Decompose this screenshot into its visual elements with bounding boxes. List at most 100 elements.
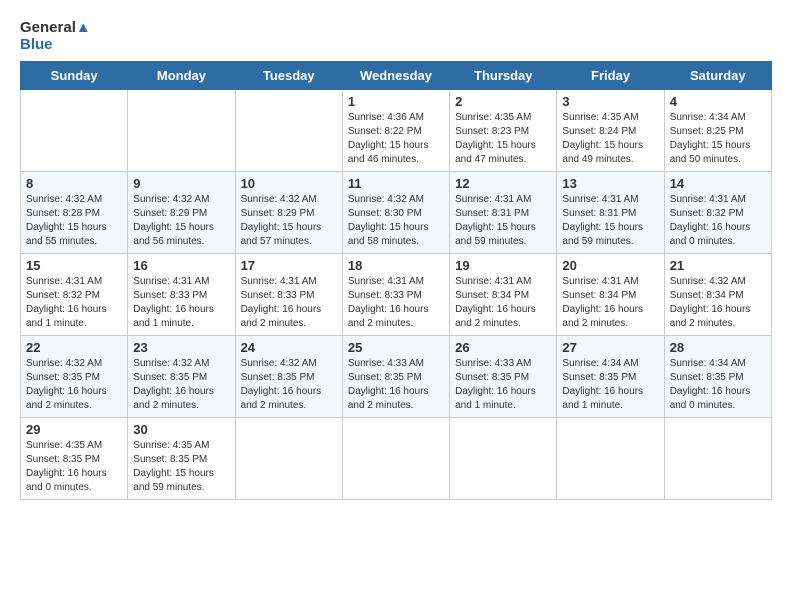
day-info: Sunrise: 4:31 AMSunset: 8:34 PMDaylight:… [455,276,536,329]
day-info: Sunrise: 4:35 AMSunset: 8:35 PMDaylight:… [26,440,107,493]
week-row-2: 8 Sunrise: 4:32 AMSunset: 8:28 PMDayligh… [21,172,772,254]
col-header-friday: Friday [557,62,664,90]
day-number: 3 [562,94,658,109]
col-header-tuesday: Tuesday [235,62,342,90]
day-info: Sunrise: 4:32 AMSunset: 8:28 PMDaylight:… [26,194,107,247]
day-number: 8 [26,176,122,191]
day-number: 2 [455,94,551,109]
day-number: 17 [241,258,337,273]
day-info: Sunrise: 4:36 AMSunset: 8:22 PMDaylight:… [348,112,429,165]
calendar-cell [342,418,449,500]
calendar-cell: 27 Sunrise: 4:34 AMSunset: 8:35 PMDaylig… [557,336,664,418]
calendar-cell: 24 Sunrise: 4:32 AMSunset: 8:35 PMDaylig… [235,336,342,418]
calendar-table: SundayMondayTuesdayWednesdayThursdayFrid… [20,61,772,500]
day-info: Sunrise: 4:34 AMSunset: 8:35 PMDaylight:… [562,358,643,411]
calendar-cell: 19 Sunrise: 4:31 AMSunset: 8:34 PMDaylig… [450,254,557,336]
day-number: 4 [670,94,766,109]
calendar-cell: 26 Sunrise: 4:33 AMSunset: 8:35 PMDaylig… [450,336,557,418]
week-row-4: 22 Sunrise: 4:32 AMSunset: 8:35 PMDaylig… [21,336,772,418]
day-number: 18 [348,258,444,273]
day-number: 14 [670,176,766,191]
calendar-cell: 3 Sunrise: 4:35 AMSunset: 8:24 PMDayligh… [557,90,664,172]
col-header-saturday: Saturday [664,62,771,90]
calendar-cell: 8 Sunrise: 4:32 AMSunset: 8:28 PMDayligh… [21,172,128,254]
day-number: 1 [348,94,444,109]
calendar-cell [235,90,342,172]
day-info: Sunrise: 4:31 AMSunset: 8:31 PMDaylight:… [455,194,536,247]
day-number: 29 [26,422,122,437]
col-header-thursday: Thursday [450,62,557,90]
calendar-cell: 15 Sunrise: 4:31 AMSunset: 8:32 PMDaylig… [21,254,128,336]
calendar-cell: 10 Sunrise: 4:32 AMSunset: 8:29 PMDaylig… [235,172,342,254]
day-info: Sunrise: 4:33 AMSunset: 8:35 PMDaylight:… [348,358,429,411]
day-number: 20 [562,258,658,273]
calendar-cell: 30 Sunrise: 4:35 AMSunset: 8:35 PMDaylig… [128,418,235,500]
week-row-3: 15 Sunrise: 4:31 AMSunset: 8:32 PMDaylig… [21,254,772,336]
day-info: Sunrise: 4:35 AMSunset: 8:23 PMDaylight:… [455,112,536,165]
day-number: 10 [241,176,337,191]
calendar-cell [450,418,557,500]
calendar-cell: 1 Sunrise: 4:36 AMSunset: 8:22 PMDayligh… [342,90,449,172]
day-number: 15 [26,258,122,273]
day-number: 27 [562,340,658,355]
calendar-cell: 12 Sunrise: 4:31 AMSunset: 8:31 PMDaylig… [450,172,557,254]
day-number: 22 [26,340,122,355]
day-number: 13 [562,176,658,191]
day-info: Sunrise: 4:32 AMSunset: 8:29 PMDaylight:… [133,194,214,247]
col-header-sunday: Sunday [21,62,128,90]
calendar-cell: 4 Sunrise: 4:34 AMSunset: 8:25 PMDayligh… [664,90,771,172]
day-info: Sunrise: 4:31 AMSunset: 8:31 PMDaylight:… [562,194,643,247]
day-number: 19 [455,258,551,273]
day-info: Sunrise: 4:31 AMSunset: 8:33 PMDaylight:… [133,276,214,329]
day-info: Sunrise: 4:34 AMSunset: 8:25 PMDaylight:… [670,112,751,165]
day-info: Sunrise: 4:31 AMSunset: 8:33 PMDaylight:… [241,276,322,329]
col-header-monday: Monday [128,62,235,90]
week-row-1: 1 Sunrise: 4:36 AMSunset: 8:22 PMDayligh… [21,90,772,172]
day-info: Sunrise: 4:32 AMSunset: 8:35 PMDaylight:… [133,358,214,411]
calendar-cell: 13 Sunrise: 4:31 AMSunset: 8:31 PMDaylig… [557,172,664,254]
day-info: Sunrise: 4:35 AMSunset: 8:35 PMDaylight:… [133,440,214,493]
day-number: 28 [670,340,766,355]
day-number: 11 [348,176,444,191]
day-info: Sunrise: 4:32 AMSunset: 8:29 PMDaylight:… [241,194,322,247]
calendar-cell: 9 Sunrise: 4:32 AMSunset: 8:29 PMDayligh… [128,172,235,254]
calendar-cell: 28 Sunrise: 4:34 AMSunset: 8:35 PMDaylig… [664,336,771,418]
header-row: SundayMondayTuesdayWednesdayThursdayFrid… [21,62,772,90]
calendar-cell: 20 Sunrise: 4:31 AMSunset: 8:34 PMDaylig… [557,254,664,336]
calendar-cell: 17 Sunrise: 4:31 AMSunset: 8:33 PMDaylig… [235,254,342,336]
day-number: 12 [455,176,551,191]
header: General▲ Blue [20,20,772,53]
calendar-cell: 2 Sunrise: 4:35 AMSunset: 8:23 PMDayligh… [450,90,557,172]
calendar-cell [664,418,771,500]
day-number: 9 [133,176,229,191]
logo-blue: Blue [20,37,91,54]
day-info: Sunrise: 4:31 AMSunset: 8:34 PMDaylight:… [562,276,643,329]
day-info: Sunrise: 4:31 AMSunset: 8:32 PMDaylight:… [670,194,751,247]
week-row-5: 29 Sunrise: 4:35 AMSunset: 8:35 PMDaylig… [21,418,772,500]
calendar-cell [128,90,235,172]
day-number: 23 [133,340,229,355]
day-number: 25 [348,340,444,355]
day-number: 21 [670,258,766,273]
day-info: Sunrise: 4:32 AMSunset: 8:35 PMDaylight:… [241,358,322,411]
calendar-cell: 22 Sunrise: 4:32 AMSunset: 8:35 PMDaylig… [21,336,128,418]
day-number: 30 [133,422,229,437]
day-info: Sunrise: 4:32 AMSunset: 8:30 PMDaylight:… [348,194,429,247]
day-number: 16 [133,258,229,273]
calendar-cell [21,90,128,172]
calendar-cell: 16 Sunrise: 4:31 AMSunset: 8:33 PMDaylig… [128,254,235,336]
day-info: Sunrise: 4:31 AMSunset: 8:32 PMDaylight:… [26,276,107,329]
calendar-cell [557,418,664,500]
calendar-cell: 18 Sunrise: 4:31 AMSunset: 8:33 PMDaylig… [342,254,449,336]
calendar-cell: 23 Sunrise: 4:32 AMSunset: 8:35 PMDaylig… [128,336,235,418]
day-info: Sunrise: 4:31 AMSunset: 8:33 PMDaylight:… [348,276,429,329]
logo: General▲ Blue [20,20,91,53]
calendar-cell: 29 Sunrise: 4:35 AMSunset: 8:35 PMDaylig… [21,418,128,500]
calendar-cell: 21 Sunrise: 4:32 AMSunset: 8:34 PMDaylig… [664,254,771,336]
day-number: 24 [241,340,337,355]
logo-general: General▲ [20,20,91,37]
calendar-cell: 11 Sunrise: 4:32 AMSunset: 8:30 PMDaylig… [342,172,449,254]
col-header-wednesday: Wednesday [342,62,449,90]
day-number: 26 [455,340,551,355]
day-info: Sunrise: 4:35 AMSunset: 8:24 PMDaylight:… [562,112,643,165]
